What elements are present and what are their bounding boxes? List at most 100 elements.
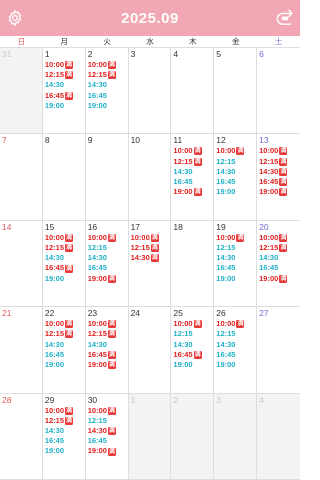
open-time-slot[interactable]: 19:00 — [45, 446, 85, 456]
full-time-slot[interactable]: 19:00 満 — [88, 360, 128, 370]
full-time-slot[interactable]: 10:00 満 — [45, 60, 85, 70]
full-time-slot[interactable]: 10:00 満 — [131, 233, 171, 243]
day-cell[interactable]: 3 — [214, 393, 258, 480]
day-cell[interactable]: 19 10:00 満 12:15 14:30 16:45 19:00 — [214, 220, 258, 308]
day-cell[interactable]: 17 10:00 満 12:15 満 14:30 満 — [128, 220, 172, 308]
day-cell[interactable]: 29 10:00 満 12:15 満 14:30 16:45 19:00 — [42, 393, 86, 480]
full-time-slot[interactable]: 12:15 満 — [45, 70, 85, 80]
open-time-slot[interactable]: 16:45 — [216, 263, 256, 273]
full-time-slot[interactable]: 10:00 満 — [216, 233, 256, 243]
full-time-slot[interactable]: 10:00 満 — [173, 146, 213, 156]
open-time-slot[interactable]: 12:15 — [88, 243, 128, 253]
day-cell[interactable]: 14 — [0, 220, 43, 308]
open-time-slot[interactable]: 14:30 — [45, 253, 85, 263]
day-cell[interactable]: 22 10:00 満 12:15 満 14:30 16:45 19:00 — [42, 307, 86, 394]
day-cell[interactable]: 20 10:00 満 12:15 満 14:30 16:45 19:00 満 — [257, 221, 300, 308]
open-time-slot[interactable]: 12:15 — [216, 157, 256, 167]
full-time-slot[interactable]: 10:00 満 — [216, 146, 256, 156]
day-cell[interactable]: 21 — [0, 307, 43, 394]
full-time-slot[interactable]: 10:00 満 — [216, 319, 256, 329]
full-time-slot[interactable]: 10:00 満 — [88, 319, 128, 329]
open-time-slot[interactable]: 16:45 — [216, 177, 256, 187]
full-time-slot[interactable]: 19:00 満 — [88, 446, 128, 456]
full-time-slot[interactable]: 10:00 満 — [88, 60, 128, 70]
open-time-slot[interactable]: 19:00 — [173, 360, 213, 370]
day-cell[interactable]: 23 10:00 満 12:15 満 14:30 16:45 満 19:00 満 — [85, 307, 129, 394]
day-cell[interactable]: 24 — [128, 307, 172, 394]
day-cell[interactable]: 25 10:00 満 12:15 14:30 16:45 満 19:00 — [171, 307, 215, 394]
full-time-slot[interactable]: 16:45 満 — [45, 263, 85, 273]
day-cell[interactable]: 4 — [171, 48, 215, 135]
open-time-slot[interactable]: 12:15 — [173, 329, 213, 339]
open-time-slot[interactable]: 16:45 — [45, 350, 85, 360]
day-cell[interactable]: 27 — [257, 307, 300, 394]
day-cell[interactable]: 16 10:00 満 12:15 14:30 16:45 19:00 満 — [85, 220, 129, 308]
open-time-slot[interactable]: 19:00 — [88, 101, 128, 111]
open-time-slot[interactable]: 14:30 — [216, 167, 256, 177]
day-cell[interactable]: 3 — [128, 48, 172, 135]
open-time-slot[interactable]: 14:30 — [45, 80, 85, 90]
open-time-slot[interactable]: 14:30 — [216, 340, 256, 350]
day-cell[interactable]: 30 10:00 満 12:15 14:30 満 16:45 19:00 満 — [85, 393, 129, 480]
full-time-slot[interactable]: 10:00 満 — [88, 233, 128, 243]
day-cell[interactable]: 12 10:00 満 12:15 14:30 16:45 19:00 — [214, 134, 258, 221]
full-time-slot[interactable]: 19:00 満 — [173, 187, 213, 197]
full-time-slot[interactable]: 12:15 満 — [88, 70, 128, 80]
full-time-slot[interactable]: 16:45 満 — [259, 177, 300, 187]
day-cell[interactable]: 4 — [257, 393, 300, 480]
open-time-slot[interactable]: 14:30 — [216, 253, 256, 263]
full-time-slot[interactable]: 12:15 満 — [173, 157, 213, 167]
full-time-slot[interactable]: 10:00 満 — [173, 319, 213, 329]
full-time-slot[interactable]: 12:15 満 — [88, 329, 128, 339]
open-time-slot[interactable]: 14:30 — [173, 340, 213, 350]
open-time-slot[interactable]: 14:30 — [88, 253, 128, 263]
full-time-slot[interactable]: 19:00 満 — [259, 274, 300, 284]
open-time-slot[interactable]: 16:45 — [88, 436, 128, 446]
full-time-slot[interactable]: 12:15 満 — [45, 329, 85, 339]
open-time-slot[interactable]: 14:30 — [88, 340, 128, 350]
full-time-slot[interactable]: 16:45 満 — [45, 91, 85, 101]
day-cell[interactable]: 1 10:00 満 12:15 満 14:30 16:45 満 19:00 — [42, 48, 86, 135]
day-cell[interactable]: 26 10:00 満 12:15 14:30 16:45 19:00 — [214, 307, 258, 394]
full-time-slot[interactable]: 14:30 満 — [88, 426, 128, 436]
open-time-slot[interactable]: 16:45 — [45, 436, 85, 446]
full-time-slot[interactable]: 16:45 満 — [173, 350, 213, 360]
full-time-slot[interactable]: 10:00 満 — [88, 406, 128, 416]
full-time-slot[interactable]: 10:00 満 — [45, 233, 85, 243]
open-time-slot[interactable]: 12:15 — [88, 416, 128, 426]
full-time-slot[interactable]: 16:45 満 — [88, 350, 128, 360]
open-time-slot[interactable]: 16:45 — [173, 177, 213, 187]
open-time-slot[interactable]: 19:00 — [216, 360, 256, 370]
today-return-icon[interactable] — [275, 9, 295, 27]
open-time-slot[interactable]: 16:45 — [88, 263, 128, 273]
full-time-slot[interactable]: 10:00 満 — [45, 406, 85, 416]
full-time-slot[interactable]: 12:15 満 — [259, 157, 300, 167]
full-time-slot[interactable]: 14:30 満 — [259, 167, 300, 177]
open-time-slot[interactable]: 19:00 — [216, 187, 256, 197]
open-time-slot[interactable]: 12:15 — [216, 243, 256, 253]
day-cell[interactable]: 1 — [128, 393, 172, 480]
full-time-slot[interactable]: 10:00 満 — [259, 233, 300, 243]
open-time-slot[interactable]: 16:45 — [88, 91, 128, 101]
day-cell[interactable]: 5 — [214, 48, 258, 135]
open-time-slot[interactable]: 19:00 — [45, 274, 85, 284]
day-cell[interactable]: 13 10:00 満 12:15 満 14:30 満 16:45 満 19:00 満 — [257, 134, 300, 221]
full-time-slot[interactable]: 19:00 満 — [88, 274, 128, 284]
full-time-slot[interactable]: 12:15 満 — [259, 243, 300, 253]
open-time-slot[interactable]: 12:15 — [216, 329, 256, 339]
open-time-slot[interactable]: 16:45 — [259, 263, 300, 273]
open-time-slot[interactable]: 14:30 — [88, 80, 128, 90]
day-cell[interactable]: 2 — [171, 393, 215, 480]
day-cell[interactable]: 18 — [171, 220, 215, 308]
gear-icon[interactable] — [6, 9, 24, 27]
open-time-slot[interactable]: 19:00 — [45, 360, 85, 370]
day-cell[interactable]: 2 10:00 満 12:15 満 14:30 16:45 19:00 — [85, 48, 129, 135]
day-cell[interactable]: 10 — [128, 134, 172, 221]
open-time-slot[interactable]: 14:30 — [173, 167, 213, 177]
full-time-slot[interactable]: 19:00 満 — [259, 187, 300, 197]
day-cell[interactable]: 8 — [42, 134, 86, 221]
day-cell[interactable]: 15 10:00 満 12:15 満 14:30 16:45 満 19:00 — [42, 220, 86, 308]
full-time-slot[interactable]: 12:15 満 — [45, 243, 85, 253]
open-time-slot[interactable]: 16:45 — [216, 350, 256, 360]
full-time-slot[interactable]: 12:15 満 — [45, 416, 85, 426]
